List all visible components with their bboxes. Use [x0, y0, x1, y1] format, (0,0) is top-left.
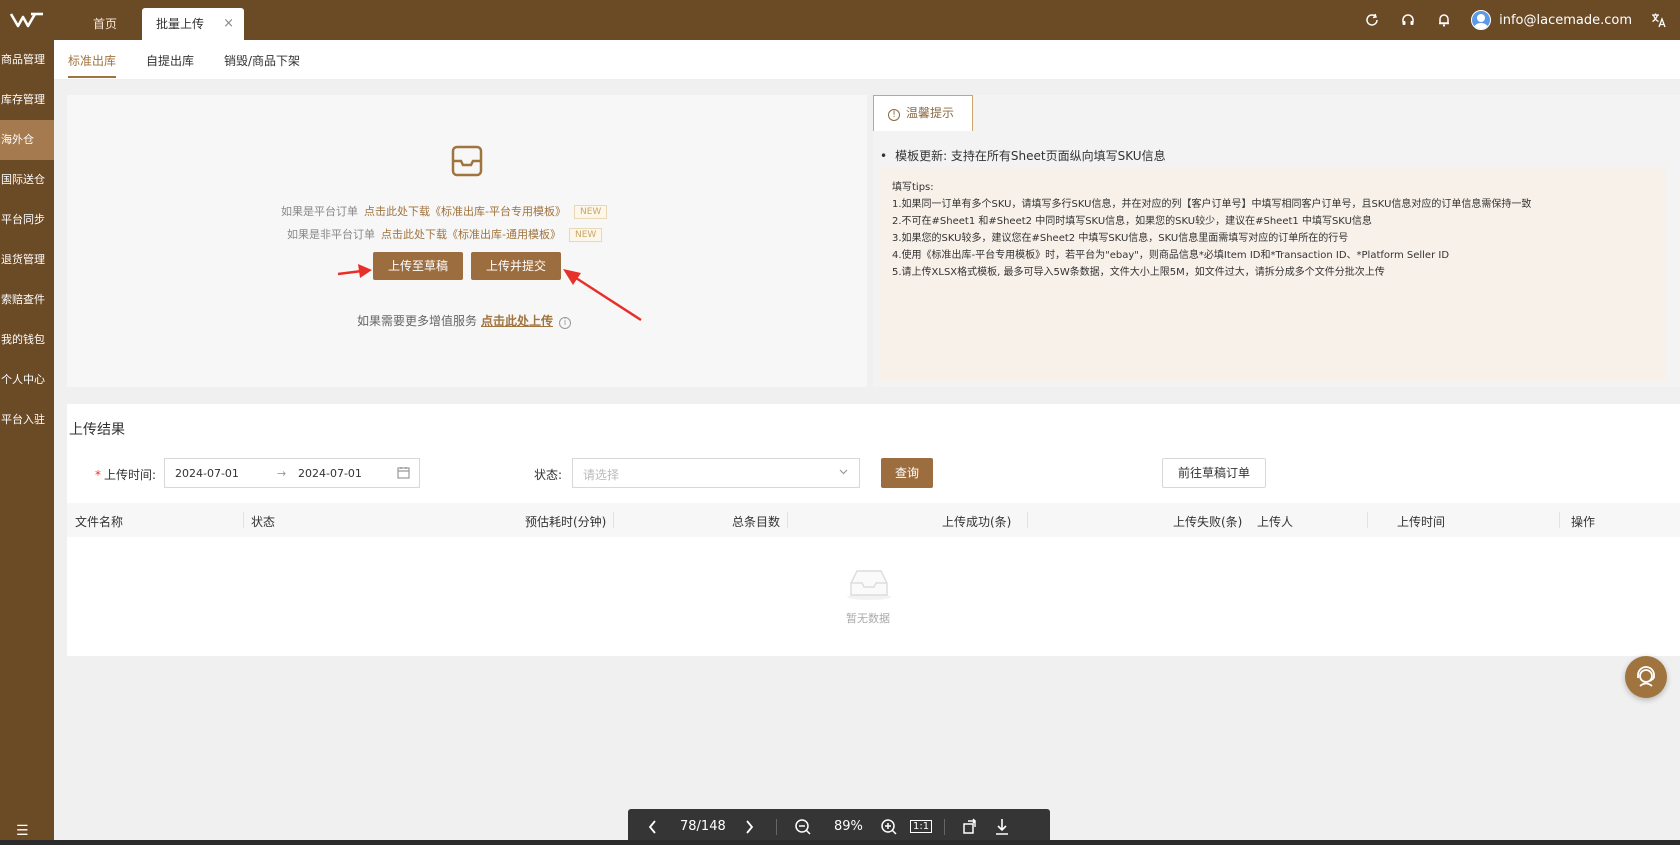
headset-icon[interactable]	[1399, 11, 1417, 29]
empty-box-icon	[845, 565, 893, 604]
template-update-note: 模板更新: 支持在所有Sheet页面纵向填写SKU信息	[880, 147, 1166, 164]
column-divider[interactable]	[243, 512, 244, 528]
subtab-self-pickup[interactable]: 自提出库	[146, 52, 194, 69]
brand-logo[interactable]	[0, 0, 54, 40]
calendar-icon[interactable]	[397, 466, 410, 482]
new-badge: NEW	[568, 228, 603, 242]
column-divider[interactable]	[1559, 512, 1560, 528]
table-header: 文件名称 状态 预估耗时(分钟) 总条目数 上传成功(条) 上传失败(条) 上传…	[67, 503, 1680, 537]
inbox-icon	[450, 144, 484, 181]
col-status: 状态	[251, 515, 276, 529]
date-from[interactable]: 2024-07-01	[175, 467, 239, 480]
chevron-down-icon	[838, 466, 849, 480]
col-estimated-time: 预估耗时(分钟)	[525, 515, 607, 529]
non-platform-order-text: 如果是非平台订单	[287, 228, 375, 241]
sidebar-item-returns[interactable]: 退货管理	[0, 240, 54, 280]
tab-batch-upload-label: 批量上传	[156, 17, 205, 31]
tip-line: 1.如果同一订单有多个SKU，请填写多行SKU信息，并在对应的列【客户订单号】中…	[892, 199, 1532, 210]
sidebar-item-profile[interactable]: 个人中心	[0, 360, 54, 400]
status-select[interactable]: 请选择	[572, 458, 860, 488]
sidebar-item-products[interactable]: 商品管理	[0, 40, 54, 80]
info-icon[interactable]: i	[559, 317, 572, 329]
download-generic-template-link[interactable]: 点击此处下载《标准出库-通用模板》	[381, 228, 561, 241]
column-divider[interactable]	[1367, 512, 1368, 528]
toolbar-divider	[944, 819, 945, 835]
sidebar-item-inventory[interactable]: 库存管理	[0, 80, 54, 120]
sidebar-item-platform-join[interactable]: 平台入驻	[0, 400, 54, 440]
new-badge: NEW	[573, 205, 608, 219]
tips-title: 填写tips:	[892, 182, 934, 193]
download-platform-template-link[interactable]: 点击此处下载《标准出库-平台专用模板》	[364, 205, 566, 218]
col-upload-success: 上传成功(条)	[942, 515, 1012, 529]
tip-line: 4.使用《标准出库-平台专用模板》时，若平台为"ebay"，则商品信息*必填It…	[892, 250, 1450, 261]
sidebar: 商品管理 库存管理 海外仓 国际送仓 平台同步 退货管理 索赔查件 我的钱包 个…	[0, 40, 54, 845]
tip-line: 2.不可在#Sheet1 和#Sheet2 中同时填写SKU信息，如果您的SKU…	[892, 216, 1372, 227]
sidebar-item-claims[interactable]: 索赔查件	[0, 280, 54, 320]
sidebar-item-overseas-warehouse[interactable]: 海外仓	[0, 120, 54, 160]
results-title: 上传结果	[69, 422, 125, 438]
col-total-entries: 总条目数	[732, 515, 781, 529]
subtabs: 标准出库 自提出库 销毁/商品下架	[54, 40, 1680, 80]
column-divider[interactable]	[1027, 512, 1028, 528]
upload-time-label: * 上传时间:	[95, 466, 156, 483]
go-to-draft-orders-button[interactable]: 前往草稿订单	[1162, 458, 1266, 488]
column-divider[interactable]	[613, 512, 614, 528]
value-added-service-line: 如果需要更多增值服务 点击此处上传 i	[357, 312, 572, 329]
generic-template-line: 如果是非平台订单 点击此处下载《标准出库-通用模板》 NEW	[287, 226, 603, 242]
status-label: 状态:	[534, 468, 563, 482]
date-range-separator: →	[277, 467, 287, 480]
col-upload-time: 上传时间	[1397, 515, 1446, 529]
col-file-name: 文件名称	[75, 515, 124, 529]
upload-and-submit-button[interactable]: 上传并提交	[471, 252, 561, 280]
status-placeholder: 请选择	[583, 468, 620, 482]
empty-state-text: 暂无数据	[846, 612, 890, 625]
alert-icon: !	[888, 109, 900, 121]
value-added-service-text: 如果需要更多增值服务	[357, 314, 478, 328]
tips-box: 填写tips: 1.如果同一订单有多个SKU，请填写多行SKU信息，并在对应的列…	[880, 167, 1666, 381]
upload-to-draft-button[interactable]: 上传至草稿	[373, 252, 463, 280]
support-agent-icon	[1637, 666, 1655, 687]
tip-line: 5.请上传XLSX格式模板, 最多可导入5W条数据，文件大小上限5M，如文件过大…	[892, 267, 1385, 278]
bell-icon[interactable]	[1435, 11, 1453, 29]
bottom-strip	[0, 840, 1680, 845]
date-to[interactable]: 2024-07-01	[298, 467, 362, 480]
tips-tab-label: 温馨提示	[906, 106, 955, 120]
upload-time-text: 上传时间:	[104, 468, 157, 482]
column-divider[interactable]	[787, 512, 788, 528]
tab-home[interactable]: 首页	[70, 8, 140, 40]
sidebar-item-platform-sync[interactable]: 平台同步	[0, 200, 54, 240]
platform-order-text: 如果是平台订单	[281, 205, 358, 218]
value-added-upload-link[interactable]: 点击此处上传	[481, 314, 553, 328]
subtab-standard-outbound[interactable]: 标准出库	[68, 52, 117, 78]
subtab-destroy-delist[interactable]: 销毁/商品下架	[224, 52, 300, 69]
menu-toggle-icon[interactable]: ☰	[16, 823, 29, 839]
top-right-tools: info@lacemade.com	[1363, 0, 1668, 40]
platform-template-line: 如果是平台订单 点击此处下载《标准出库-平台专用模板》 NEW	[281, 203, 608, 219]
col-uploader: 上传人	[1257, 515, 1294, 529]
refresh-icon[interactable]	[1363, 11, 1381, 29]
tab-batch-upload[interactable]: 批量上传 ×	[142, 8, 244, 40]
required-mark: *	[95, 468, 101, 482]
tip-line: 3.如果您的SKU较多，建议您在#Sheet2 中填写SKU信息，SKU信息里面…	[892, 233, 1349, 244]
top-bar: 首页 批量上传 × info@lacemade.com	[0, 0, 1680, 40]
customer-service-button[interactable]	[1625, 656, 1667, 698]
translate-icon[interactable]	[1650, 11, 1668, 29]
user-menu[interactable]: info@lacemade.com	[1471, 10, 1632, 30]
toolbar-divider	[776, 819, 777, 835]
col-upload-failed: 上传失败(条)	[1173, 515, 1243, 529]
tips-tab[interactable]: ! 温馨提示	[873, 95, 973, 131]
date-range-picker[interactable]: 2024-07-01 → 2024-07-01	[164, 458, 420, 488]
sidebar-item-intl-delivery[interactable]: 国际送仓	[0, 160, 54, 200]
col-actions: 操作	[1571, 515, 1596, 529]
sidebar-item-wallet[interactable]: 我的钱包	[0, 320, 54, 360]
query-button[interactable]: 查询	[881, 458, 933, 488]
actual-size-label: 1:1	[910, 820, 933, 833]
user-email: info@lacemade.com	[1499, 12, 1632, 28]
avatar	[1471, 10, 1492, 30]
close-icon[interactable]: ×	[223, 8, 234, 40]
